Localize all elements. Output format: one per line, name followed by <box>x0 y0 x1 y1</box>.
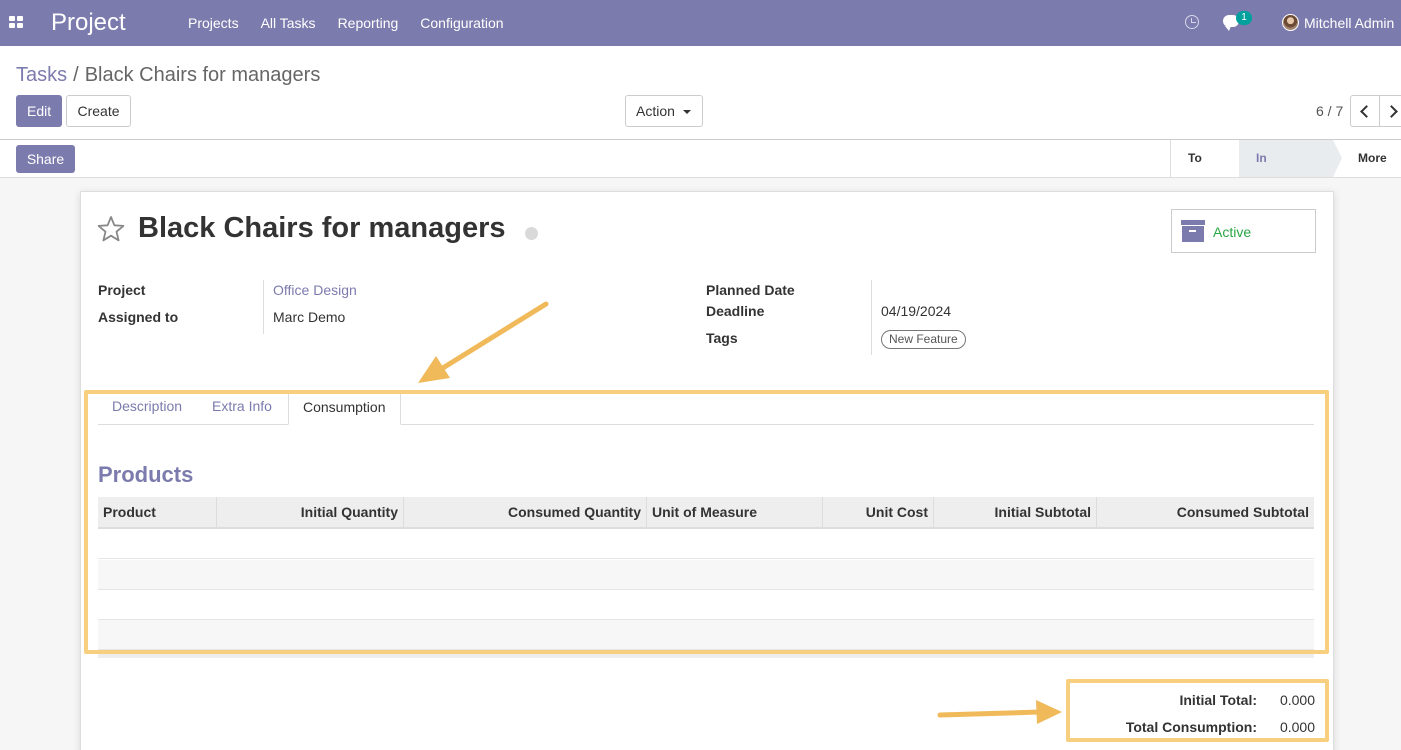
tags-label: Tags <box>706 330 738 346</box>
stage-in-progress[interactable]: In Progress <box>1231 140 1342 202</box>
column-header-consumed-quantity[interactable]: Consumed Quantity <box>404 497 647 527</box>
assigned-to-label: Assigned to <box>98 309 179 325</box>
apps-menu-icon[interactable] <box>9 16 23 28</box>
assigned-to-value[interactable]: Marc Demo <box>273 309 345 325</box>
action-label: Action <box>636 103 675 119</box>
table-footer <box>98 650 1314 658</box>
deadline-label: Deadline <box>706 303 765 319</box>
table-row-empty <box>98 529 1314 559</box>
share-button[interactable]: Share <box>16 145 75 173</box>
column-header-product[interactable]: Product <box>98 497 217 527</box>
field-separator <box>263 280 264 334</box>
caret-down-icon <box>682 110 691 115</box>
tag-badge[interactable]: New Feature <box>881 330 966 349</box>
top-navbar: Project Projects All Tasks Reporting Con… <box>0 0 1401 46</box>
deadline-value[interactable]: 04/19/2024 <box>881 303 951 319</box>
column-header-unit-of-measure[interactable]: Unit of Measure <box>647 497 823 527</box>
column-header-consumed-subtotal[interactable]: Consumed Subtotal <box>1097 497 1314 527</box>
tab-extra-info[interactable]: Extra Info <box>198 390 286 425</box>
planned-date-label: Planned Date <box>706 282 795 298</box>
task-title[interactable]: Black Chairs for managers <box>138 212 505 245</box>
initial-total-value: 0.000 <box>1279 692 1315 708</box>
chevron-right-icon <box>1385 105 1398 118</box>
archive-icon <box>1181 220 1205 242</box>
active-label: Active <box>1213 224 1252 240</box>
pager-value[interactable]: 6 / 7 <box>1316 103 1343 119</box>
column-header-unit-cost[interactable]: Unit Cost <box>823 497 934 527</box>
breadcrumb-current: Black Chairs for managers <box>84 64 321 86</box>
active-toggle-button[interactable]: Active <box>1171 209 1316 253</box>
tab-consumption[interactable]: Consumption <box>288 390 401 425</box>
field-separator <box>871 280 872 355</box>
column-header-initial-quantity[interactable]: Initial Quantity <box>217 497 404 527</box>
messages-count-badge: 1 <box>1236 11 1252 25</box>
pager-previous-button[interactable] <box>1350 95 1380 127</box>
tab-description[interactable]: Description <box>98 390 196 425</box>
products-section-title: Products <box>98 462 194 487</box>
form-statusbar: Share To Do In Progress More <box>0 139 1401 202</box>
total-consumption-value: 0.000 <box>1279 719 1315 735</box>
favorite-star-icon[interactable] <box>97 215 125 243</box>
activity-clock-icon[interactable] <box>1185 15 1199 29</box>
menu-item-projects[interactable]: Projects <box>188 15 239 31</box>
table-row-empty <box>98 560 1314 590</box>
user-avatar[interactable] <box>1282 14 1299 31</box>
menu-item-configuration[interactable]: Configuration <box>420 15 503 31</box>
initial-total-label: Initial Total: <box>1179 692 1257 708</box>
project-label: Project <box>98 282 146 298</box>
user-menu[interactable]: Mitchell Admin <box>1304 15 1394 31</box>
table-row-empty <box>98 590 1314 620</box>
project-value-link[interactable]: Office Design <box>273 282 357 298</box>
stage-todo[interactable]: To Do <box>1171 140 1231 202</box>
create-button[interactable]: Create <box>66 95 131 127</box>
stage-selector: To Do In Progress More <box>1170 140 1401 202</box>
stage-more-label: More <box>1358 151 1387 165</box>
table-header: Product Initial Quantity Consumed Quanti… <box>98 497 1314 529</box>
notebook-tabs: Description Extra Info Consumption <box>98 390 1314 425</box>
edit-button[interactable]: Edit <box>16 95 62 127</box>
total-consumption-label: Total Consumption: <box>1125 719 1257 735</box>
table-row-empty <box>98 620 1314 650</box>
menu-item-reporting[interactable]: Reporting <box>338 15 399 31</box>
menu-item-all-tasks[interactable]: All Tasks <box>261 15 316 31</box>
breadcrumb: Tasks / Black Chairs for managers <box>16 64 320 87</box>
breadcrumb-tasks-link[interactable]: Tasks <box>16 64 67 86</box>
pager-next-button[interactable] <box>1379 95 1401 127</box>
action-dropdown[interactable]: Action <box>625 95 703 127</box>
column-header-initial-subtotal[interactable]: Initial Subtotal <box>934 497 1097 527</box>
form-sheet <box>80 191 1334 750</box>
kanban-state-dot[interactable] <box>525 227 538 240</box>
app-brand[interactable]: Project <box>51 9 126 37</box>
chevron-left-icon <box>1360 105 1373 118</box>
stage-more-dropdown[interactable]: More <box>1333 140 1401 198</box>
main-menu: Projects All Tasks Reporting Configurati… <box>188 15 526 31</box>
breadcrumb-separator: / <box>73 64 79 86</box>
